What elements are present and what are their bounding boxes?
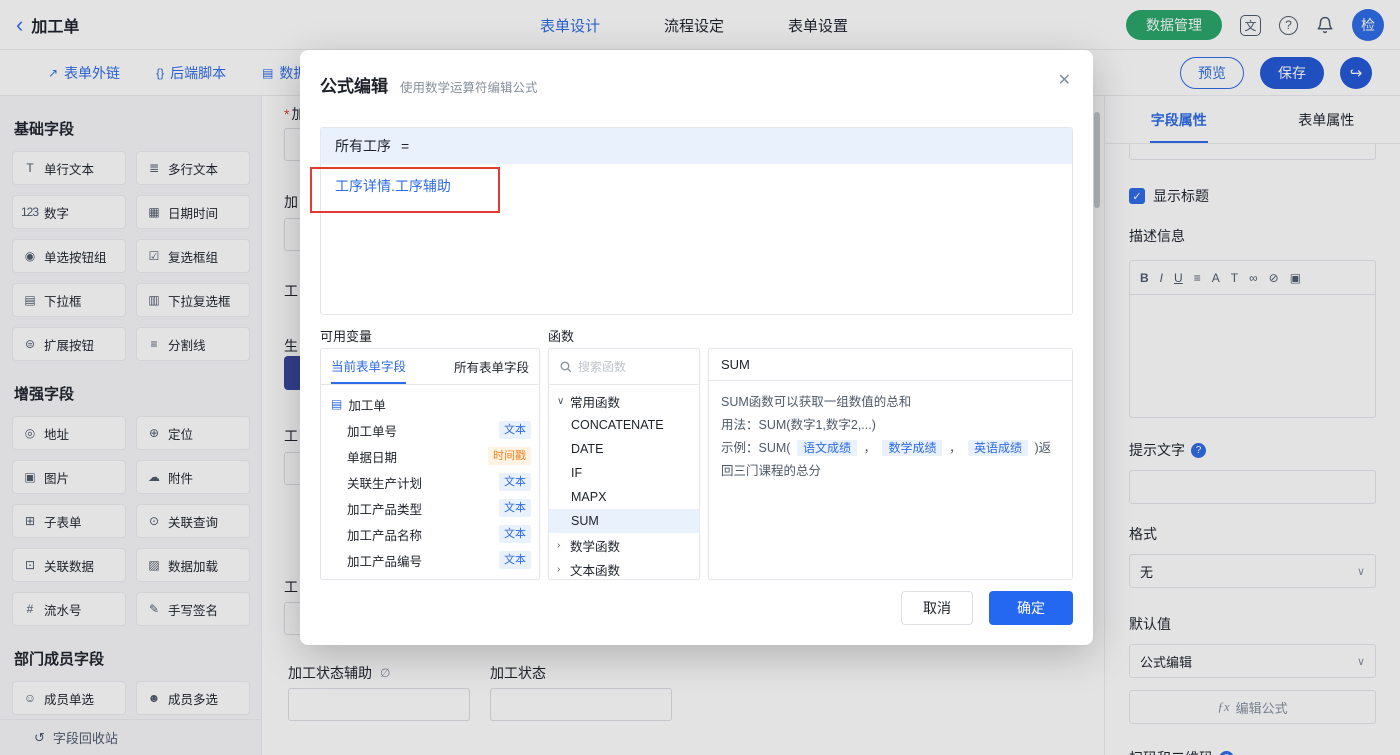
variable-item-order-no[interactable]: 加工单号 文本 bbox=[321, 417, 539, 443]
variable-form-row[interactable]: ▤ 加工单 bbox=[321, 391, 539, 417]
variable-item-product-no[interactable]: 加工产品编号 文本 bbox=[321, 547, 539, 573]
doc-example-prefix: 示例：SUM( bbox=[721, 441, 791, 456]
variable-name: 关联生产计划 bbox=[347, 476, 423, 491]
cancel-button[interactable]: 取消 bbox=[901, 591, 973, 625]
caret-right-icon: › bbox=[557, 563, 561, 575]
dialog-footer: 取消 确定 bbox=[901, 591, 1073, 625]
dialog-subtitle: 使用数学运算符编辑公式 bbox=[400, 81, 538, 95]
variable-item-product-type[interactable]: 加工产品类型 文本 bbox=[321, 495, 539, 521]
function-search bbox=[549, 349, 699, 385]
variable-item-product-name[interactable]: 加工产品名称 文本 bbox=[321, 521, 539, 547]
form-file-icon: ▤ bbox=[331, 397, 343, 411]
doc-description: SUM函数可以获取一组数值的总和 bbox=[721, 395, 912, 409]
variable-name: 加工单号 bbox=[347, 424, 398, 439]
caret-right-icon: › bbox=[557, 539, 561, 551]
function-group-label: 数学函数 bbox=[570, 539, 621, 554]
variables-tabs: 当前表单字段 所有表单字段 bbox=[321, 349, 539, 385]
formula-expression-chip[interactable]: 工序详情.工序辅助 bbox=[335, 178, 451, 194]
dialog-title: 公式编辑 bbox=[320, 77, 388, 96]
doc-example-arg: 语文成绩 bbox=[796, 440, 857, 457]
formula-target: 所有工序 bbox=[335, 138, 391, 154]
formula-target-row: 所有工序 = bbox=[321, 128, 1072, 164]
function-item-sum[interactable]: SUM bbox=[549, 509, 699, 533]
app-root: ‹ 加工单 表单设计 流程设定 表单设置 数据管理 文 ? 检 ↗ 表单外链 {… bbox=[0, 0, 1400, 755]
formula-edit-dialog: 公式编辑 使用数学运算符编辑公式 ✕ 所有工序 = 工序详情.工序辅助 可用变量… bbox=[300, 50, 1093, 645]
variable-type-badge: 时间戳 bbox=[488, 447, 531, 465]
variable-type-badge: 文本 bbox=[499, 525, 531, 543]
variable-name: 加工产品类型 bbox=[347, 502, 423, 517]
formula-input-area[interactable]: 工序详情.工序辅助 bbox=[321, 164, 1072, 208]
variable-type-badge: 文本 bbox=[499, 499, 531, 517]
dialog-header: 公式编辑 使用数学运算符编辑公式 bbox=[300, 50, 1093, 97]
tab-current-form-fields[interactable]: 当前表单字段 bbox=[331, 349, 407, 384]
function-item-if[interactable]: IF bbox=[549, 461, 699, 485]
variable-item-doc-date[interactable]: 单据日期 时间戳 bbox=[321, 443, 539, 469]
doc-example-separator: ， bbox=[948, 441, 962, 456]
variable-item-production-plan[interactable]: 关联生产计划 文本 bbox=[321, 469, 539, 495]
variables-section-label: 可用变量 bbox=[320, 329, 373, 344]
function-item-date[interactable]: DATE bbox=[549, 437, 699, 461]
search-icon bbox=[560, 361, 572, 373]
function-doc-panel: SUM SUM函数可以获取一组数值的总和 用法：SUM(数字1,数字2,...)… bbox=[708, 348, 1073, 580]
function-group-math[interactable]: › 数学函数 bbox=[549, 533, 699, 557]
equals-sign: = bbox=[401, 138, 410, 154]
doc-usage: 用法：SUM(数字1,数字2,...) bbox=[721, 418, 876, 433]
doc-example-arg: 英语成绩 bbox=[967, 440, 1028, 457]
variables-panel: 当前表单字段 所有表单字段 ▤ 加工单 加工单号 文本 单据日期 时间戳 关联生… bbox=[320, 348, 540, 580]
functions-section-label: 函数 bbox=[548, 329, 575, 344]
function-item-mapx[interactable]: MAPX bbox=[549, 485, 699, 509]
functions-panel: ∨ 常用函数 CONCATENATE DATE IF MAPX SUM › 数学… bbox=[548, 348, 700, 580]
functions-list: ∨ 常用函数 CONCATENATE DATE IF MAPX SUM › 数学… bbox=[549, 385, 699, 579]
function-item-concatenate[interactable]: CONCATENATE bbox=[549, 413, 699, 437]
function-group-label: 常用函数 bbox=[570, 395, 621, 410]
variable-name: 单据日期 bbox=[347, 450, 398, 465]
function-group-common[interactable]: ∨ 常用函数 bbox=[549, 389, 699, 413]
variable-type-badge: 文本 bbox=[499, 551, 531, 569]
variable-name: 加工产品编号 bbox=[347, 554, 423, 569]
function-search-input[interactable] bbox=[578, 359, 678, 374]
doc-example: 示例：SUM( 语文成绩 ， 数学成绩 ， 英语成绩 )返回三门课程的总分 bbox=[721, 437, 1060, 483]
variable-type-badge: 文本 bbox=[499, 421, 531, 439]
function-group-label: 文本函数 bbox=[570, 563, 621, 578]
variable-type-badge: 文本 bbox=[499, 473, 531, 491]
form-name: 加工单 bbox=[348, 398, 386, 413]
variables-list: ▤ 加工单 加工单号 文本 单据日期 时间戳 关联生产计划 文本 加工产品类型 bbox=[321, 385, 539, 579]
close-icon[interactable]: ✕ bbox=[1058, 70, 1071, 90]
function-doc-title: SUM bbox=[709, 349, 1072, 381]
doc-example-separator: ， bbox=[863, 441, 876, 456]
function-doc-body: SUM函数可以获取一组数值的总和 用法：SUM(数字1,数字2,...) 示例：… bbox=[709, 381, 1072, 494]
function-group-text[interactable]: › 文本函数 bbox=[549, 557, 699, 579]
formula-editor: 所有工序 = 工序详情.工序辅助 bbox=[320, 127, 1073, 315]
tab-all-form-fields[interactable]: 所有表单字段 bbox=[454, 349, 529, 384]
variable-name: 加工产品名称 bbox=[347, 528, 423, 543]
caret-down-icon: ∨ bbox=[557, 395, 565, 407]
confirm-button[interactable]: 确定 bbox=[989, 591, 1073, 625]
doc-example-arg: 数学成绩 bbox=[882, 440, 943, 457]
